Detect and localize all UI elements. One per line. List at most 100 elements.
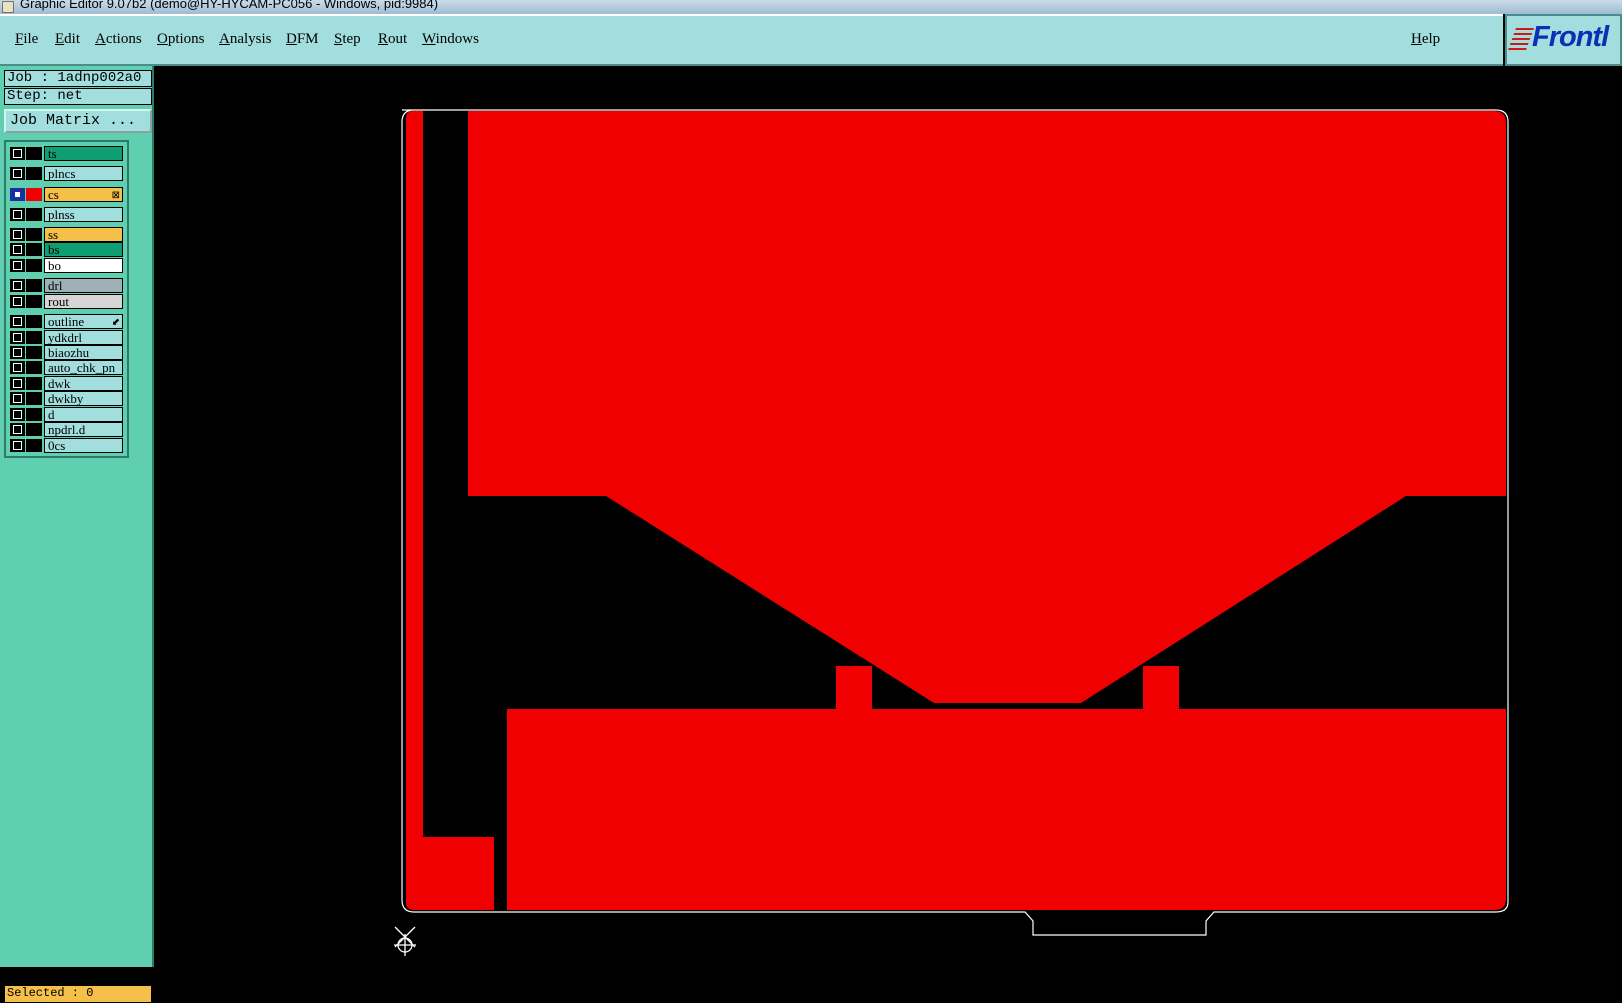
layer-checkbox[interactable] [10,423,25,436]
layer-name[interactable]: 0cs [44,438,123,453]
layer-color-swatch[interactable] [26,331,42,344]
layer-checkbox[interactable] [10,295,25,308]
layer-name[interactable]: ts [44,146,123,161]
menu-options[interactable]: Options [157,31,205,48]
layer-name[interactable]: bo [44,258,123,273]
layer-name-text: cs [48,187,59,202]
layer-color-swatch[interactable] [26,408,42,421]
left-panel: Job : 1adnp002a0 Step: net Job Matrix ..… [0,66,154,1003]
layer-mark-icon: ⬋ [111,317,120,328]
layer-checkbox[interactable] [10,188,25,201]
job-name: Job : 1adnp002a0 [4,70,152,87]
bottom-copper-pour [507,709,1506,910]
left-pad [836,666,872,710]
graphic-canvas[interactable] [155,68,1622,967]
layer-color-swatch[interactable] [26,423,42,436]
layer-checkbox[interactable] [10,315,25,328]
layer-name[interactable]: cs ⊠ [44,187,123,202]
layer-checkbox[interactable] [10,259,25,272]
layer-checkbox[interactable] [10,208,25,221]
job-matrix-button[interactable]: Job Matrix ... [4,109,152,133]
layer-checkbox[interactable] [10,167,25,180]
layer-name-text: biaozhu [48,345,90,360]
layer-color-swatch[interactable] [26,295,42,308]
layer-color-swatch[interactable] [26,188,42,201]
menu-analysis[interactable]: Analysis [219,31,272,48]
layer-name[interactable]: rout [44,294,123,309]
layer-name-text: rout [48,294,69,309]
title-bar: Graphic Editor 9.07b2 (demo@HY-HYCAM-PC0… [0,0,1622,14]
layer-name[interactable]: auto_chk_pn [44,360,123,375]
layer-name[interactable]: plnss [44,207,123,222]
layer-checkbox[interactable] [10,228,25,241]
layer-name[interactable]: ss [44,227,123,242]
layer-checkbox[interactable] [10,147,25,160]
layer-name[interactable]: dwk [44,376,123,391]
layer-name[interactable]: plncs [44,166,123,181]
layer-name[interactable]: biaozhu [44,345,123,360]
menu-step[interactable]: Step [334,31,361,48]
menu-bar: File Edit Actions Options Analysis DFM S… [0,14,1503,66]
right-pad [1143,666,1179,710]
layer-name-text: npdrl.d [48,422,86,437]
layer-name[interactable]: dwkby [44,391,123,406]
menu-file[interactable]: File [15,31,38,48]
menu-rout[interactable]: Rout [378,31,407,48]
layer-checkbox[interactable] [10,439,25,452]
layer-checkbox[interactable] [10,279,25,292]
window-title: Graphic Editor 9.07b2 (demo@HY-HYCAM-PC0… [20,0,439,11]
layer-color-swatch[interactable] [26,377,42,390]
layer-checkbox[interactable] [10,377,25,390]
layer-name-text: plnss [48,207,75,222]
layer-color-swatch[interactable] [26,259,42,272]
frontline-logo: Frontl [1505,14,1622,66]
layer-color-swatch[interactable] [26,208,42,221]
selected-status: Selected : 0 [4,985,152,1003]
layer-color-swatch[interactable] [26,361,42,374]
menu-help[interactable]: Help [1411,31,1440,48]
layer-name[interactable]: bs [44,242,123,257]
layer-color-swatch[interactable] [26,228,42,241]
layer-checkbox[interactable] [10,346,25,359]
logo-lines-icon [1507,28,1535,50]
menu-dfm[interactable]: DFM [286,31,319,48]
layer-name-text: auto_chk_pn [48,360,116,375]
layer-color-swatch[interactable] [26,167,42,180]
layer-checkbox[interactable] [10,243,25,256]
layer-list: ts plncs cs ⊠ plnss ss bs bo drl rout outline ⬋ ydkd… [4,140,129,458]
menu-edit[interactable]: Edit [55,31,80,48]
logo-text: Frontl [1532,21,1609,53]
layer-name-text: drl [48,278,63,293]
layer-name-text: ss [48,227,59,242]
layer-color-swatch[interactable] [26,147,42,160]
layer-color-swatch[interactable] [26,279,42,292]
layer-name-text: outline [48,314,85,329]
layer-name-text: bs [48,242,60,257]
layer-name-text: d [48,407,55,422]
layer-name-text: ydkdrl [48,330,82,345]
layer-color-swatch[interactable] [26,439,42,452]
layer-name-text: ts [48,146,57,161]
layer-checkbox[interactable] [10,408,25,421]
layer-name[interactable]: ydkdrl [44,330,123,345]
layer-color-swatch[interactable] [26,315,42,328]
layer-name[interactable]: npdrl.d [44,422,123,437]
layer-color-swatch[interactable] [26,392,42,405]
layer-color-swatch[interactable] [26,346,42,359]
layer-name[interactable]: drl [44,278,123,293]
layer-checkbox[interactable] [10,361,25,374]
layer-checkbox[interactable] [10,392,25,405]
layer-name[interactable]: outline ⬋ [44,314,123,329]
layer-name-text: plncs [48,166,76,181]
layer-name-text: dwk [48,376,71,391]
layer-color-swatch[interactable] [26,243,42,256]
layer-name-text: 0cs [48,438,66,453]
layer-name[interactable]: d [44,407,123,422]
step-name: Step: net [4,88,152,105]
menu-actions[interactable]: Actions [95,31,142,48]
app-icon [2,1,14,13]
layer-checkbox[interactable] [10,331,25,344]
menu-windows[interactable]: Windows [422,31,479,48]
layer-name-text: bo [48,258,61,273]
layer-mark-icon: ⊠ [111,190,120,201]
